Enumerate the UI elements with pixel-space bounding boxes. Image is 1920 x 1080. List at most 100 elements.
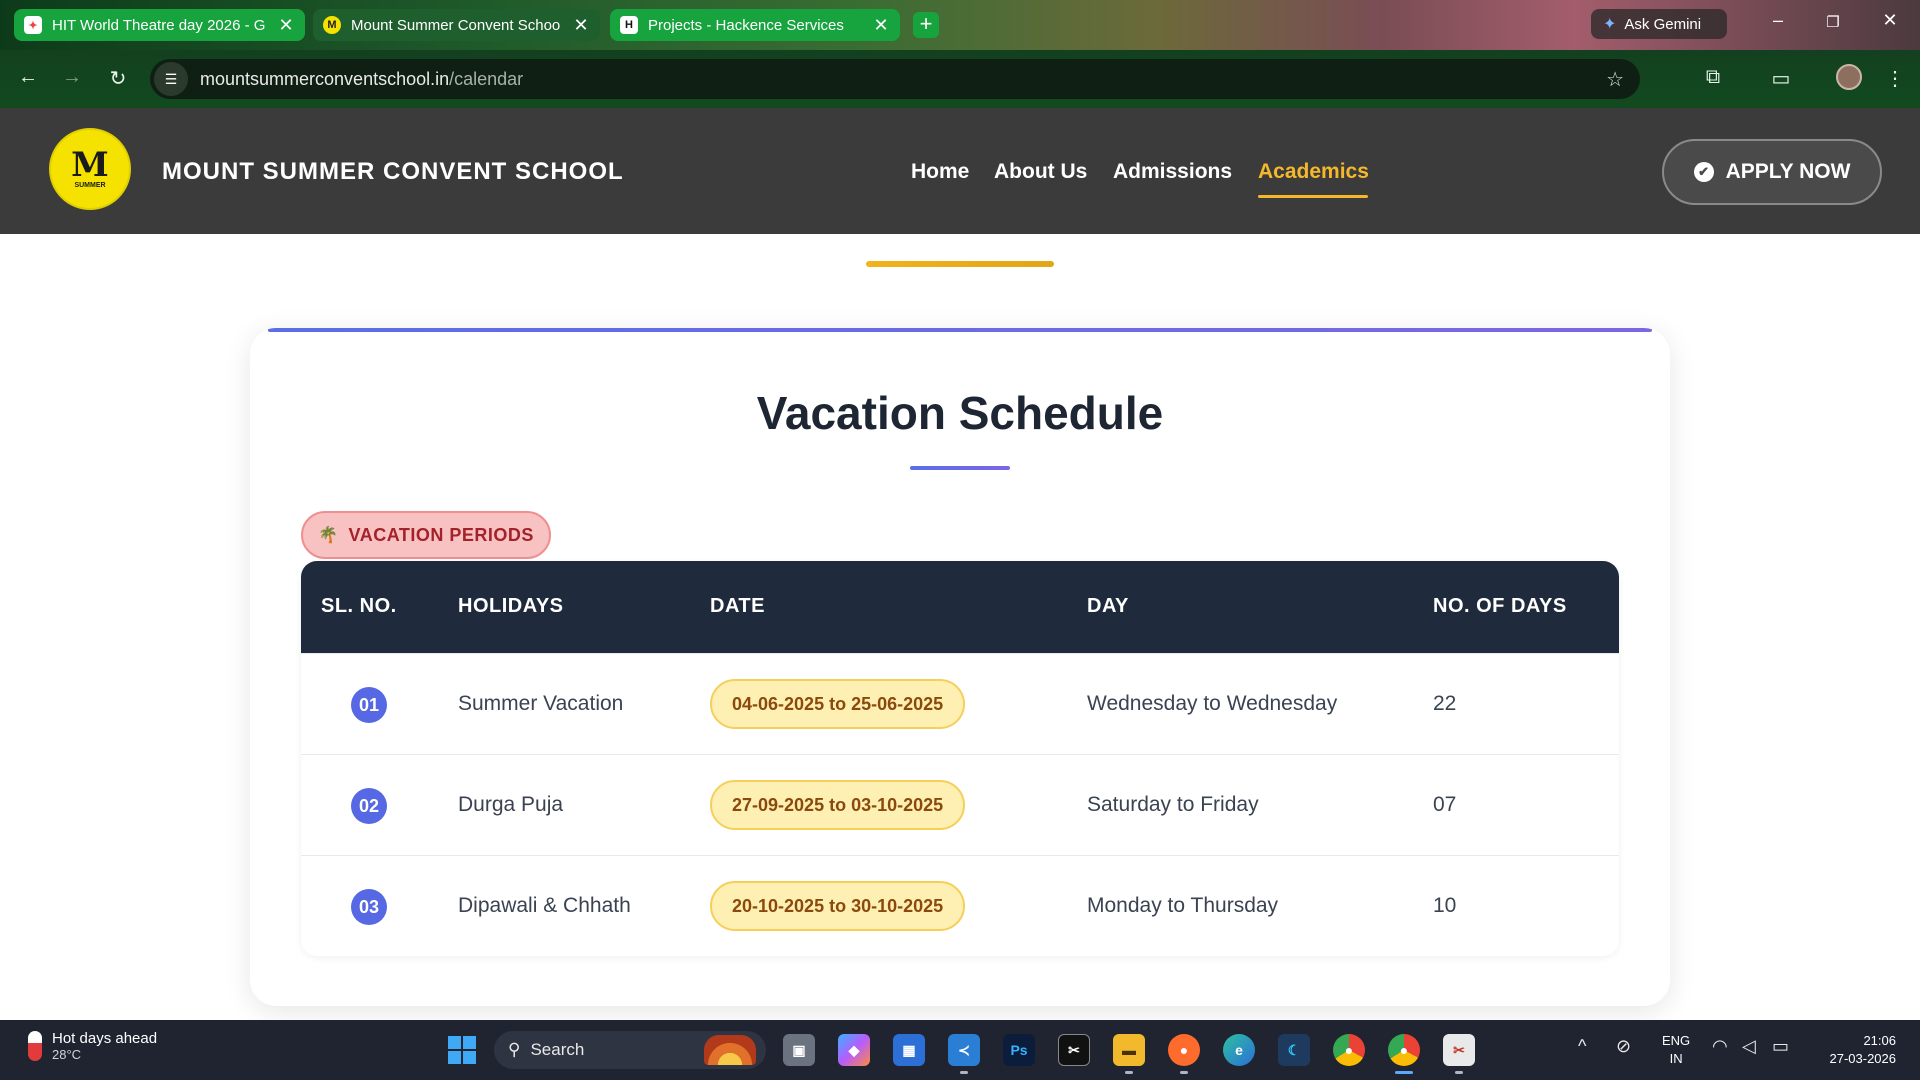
menu-kebab-icon[interactable]: ⋮ xyxy=(1880,66,1910,91)
microsoft-store-icon[interactable]: ▦ xyxy=(893,1034,925,1066)
tab-close-icon[interactable]: ✕ xyxy=(872,15,890,36)
number-of-days: 07 xyxy=(1433,793,1457,816)
school-favicon-icon: M xyxy=(323,16,341,34)
vacation-periods-label: VACATION PERIODS xyxy=(348,524,534,545)
column-header-holidays: HOLIDAYS xyxy=(458,595,564,617)
site-settings-icon[interactable]: ☰ xyxy=(154,62,188,96)
weather-temperature: 28°C xyxy=(52,1047,82,1062)
vacation-schedule-card: Vacation Schedule 🌴 VACATION PERIODS SL.… xyxy=(250,328,1670,1006)
minimize-icon[interactable]: – xyxy=(1758,10,1798,31)
chrome-profile-icon[interactable]: ● xyxy=(1388,1034,1420,1066)
holiday-name: Dipawali & Chhath xyxy=(458,894,631,917)
table-header: SL. NO. HOLIDAYS DATE DAY NO. OF DAYS xyxy=(301,561,1619,653)
thermometer-icon xyxy=(28,1031,42,1061)
school-name[interactable]: MOUNT SUMMER CONVENT SCHOOL xyxy=(162,158,624,186)
bookmark-star-icon[interactable]: ☆ xyxy=(1606,67,1624,92)
number-of-days: 22 xyxy=(1433,692,1457,715)
nav-admissions[interactable]: Admissions xyxy=(1113,160,1232,184)
apply-now-label: APPLY NOW xyxy=(1725,160,1851,183)
back-arrow-icon[interactable]: ← xyxy=(14,66,42,89)
profile-avatar-icon[interactable] xyxy=(1836,64,1862,90)
column-header-date: DATE xyxy=(710,595,765,617)
vacation-table: SL. NO. HOLIDAYS DATE DAY NO. OF DAYS 01… xyxy=(301,561,1619,956)
table-row: 01 Summer Vacation 04-06-2025 to 25-06-2… xyxy=(301,653,1619,754)
forward-arrow-icon[interactable]: → xyxy=(58,66,86,89)
apply-now-button[interactable]: ✔ APPLY NOW xyxy=(1662,139,1882,205)
input-language-indicator[interactable]: ENG IN xyxy=(1662,1032,1690,1068)
copilot-icon[interactable]: ◆ xyxy=(838,1034,870,1066)
language-region: IN xyxy=(1669,1051,1683,1066)
windows-start-icon[interactable] xyxy=(448,1036,476,1064)
card-accent-line xyxy=(268,328,1652,332)
running-indicator xyxy=(960,1071,968,1074)
clock-time: 21:06 xyxy=(1863,1033,1896,1048)
table-row: 03 Dipawali & Chhath 20-10-2025 to 30-10… xyxy=(301,855,1619,956)
new-tab-button[interactable]: + xyxy=(913,12,939,38)
wifi-icon[interactable]: ◠ xyxy=(1712,1036,1728,1057)
active-nav-underline xyxy=(1258,195,1368,198)
tab-close-icon[interactable]: ✕ xyxy=(572,15,590,36)
tab-title: HIT World Theatre day 2026 - G xyxy=(52,16,266,34)
nav-academics[interactable]: Academics xyxy=(1258,160,1369,184)
capcut-icon[interactable]: ✂ xyxy=(1058,1034,1090,1066)
tab-hit-world-theatre[interactable]: ✦ HIT World Theatre day 2026 - G ✕ xyxy=(14,9,305,41)
tab-title: Projects - Hackence Services xyxy=(648,16,844,34)
volume-icon[interactable]: ◁ xyxy=(1742,1036,1756,1057)
tab-search-icon[interactable]: ▭ xyxy=(1766,66,1796,91)
weather-widget[interactable]: Hot days ahead 28°C xyxy=(28,1030,157,1062)
app-wave-icon[interactable]: ☾ xyxy=(1278,1034,1310,1066)
column-header-sl-no: SL. NO. xyxy=(321,595,397,617)
snipping-tool-icon[interactable]: ✂ xyxy=(1443,1034,1475,1066)
tab-hackence-projects[interactable]: H Projects - Hackence Services ✕ xyxy=(610,9,900,41)
close-window-icon[interactable]: ✕ xyxy=(1870,10,1910,31)
running-indicator xyxy=(1180,1071,1188,1074)
taskbar-search-label: Search xyxy=(530,1040,585,1059)
url-domain: mountsummerconventschool.in xyxy=(200,68,450,89)
vacation-periods-badge: 🌴 VACATION PERIODS xyxy=(301,511,551,559)
firefox-icon[interactable]: ● xyxy=(1168,1034,1200,1066)
task-view-icon[interactable]: ▣ xyxy=(783,1034,815,1066)
date-range-pill: 20-10-2025 to 30-10-2025 xyxy=(710,881,966,931)
running-indicator xyxy=(1455,1071,1463,1074)
nav-home[interactable]: Home xyxy=(911,160,969,184)
tab-close-icon[interactable]: ✕ xyxy=(277,15,295,36)
nav-about-us[interactable]: About Us xyxy=(994,160,1087,184)
schedule-title: Vacation Schedule xyxy=(756,387,1164,439)
day-range: Wednesday to Wednesday xyxy=(1087,692,1338,715)
tab-mount-summer[interactable]: M Mount Summer Convent Schoo ✕ xyxy=(313,9,600,41)
battery-icon[interactable]: ▭ xyxy=(1772,1036,1789,1057)
edge-icon[interactable]: e xyxy=(1223,1034,1255,1066)
serial-number-badge: 01 xyxy=(351,687,387,723)
date-range-pill: 04-06-2025 to 25-06-2025 xyxy=(710,679,966,729)
location-off-icon[interactable]: ⊘ xyxy=(1616,1036,1631,1057)
url-path: /calendar xyxy=(449,68,524,89)
tab-title: Mount Summer Convent Schoo xyxy=(351,16,561,34)
url-omnibox[interactable]: ☰ mountsummerconventschool.in/calendar ☆ xyxy=(150,59,1640,99)
restore-icon[interactable]: ❐ xyxy=(1813,13,1853,31)
check-circle-icon: ✔ xyxy=(1693,162,1714,182)
serial-number-badge: 02 xyxy=(351,788,387,824)
date-range-pill: 27-09-2025 to 03-10-2025 xyxy=(710,780,966,830)
file-explorer-icon[interactable]: ▬ xyxy=(1113,1034,1145,1066)
ask-gemini-button[interactable]: ✦ Ask Gemini xyxy=(1591,9,1727,39)
day-range: Saturday to Friday xyxy=(1087,793,1259,816)
language-code: ENG xyxy=(1662,1033,1691,1048)
system-clock[interactable]: 21:06 27-03-2026 xyxy=(1810,1032,1897,1068)
reload-icon[interactable]: ↻ xyxy=(104,66,132,91)
active-app-indicator xyxy=(1395,1071,1413,1074)
logo-text: SUMMER xyxy=(74,182,106,189)
table-row: 02 Durga Puja 27-09-2025 to 03-10-2025 S… xyxy=(301,754,1619,855)
title-underline xyxy=(910,466,1010,470)
logo-letter: M xyxy=(71,145,109,185)
taskbar-search-box[interactable]: ⚲ Search xyxy=(494,1031,766,1069)
search-icon: ⚲ xyxy=(508,1040,521,1059)
show-hidden-icons-icon[interactable]: ^ xyxy=(1578,1036,1586,1057)
photoshop-icon[interactable]: Ps xyxy=(1003,1034,1035,1066)
extensions-icon[interactable]: ⧉ xyxy=(1698,66,1728,89)
vscode-icon[interactable]: ≺ xyxy=(948,1034,980,1066)
holiday-name: Summer Vacation xyxy=(458,692,624,715)
weather-title: Hot days ahead xyxy=(52,1030,158,1047)
ask-gemini-label: Ask Gemini xyxy=(1624,15,1702,33)
chrome-icon[interactable]: ● xyxy=(1333,1034,1365,1066)
school-logo[interactable]: M SUMMER xyxy=(49,128,131,210)
